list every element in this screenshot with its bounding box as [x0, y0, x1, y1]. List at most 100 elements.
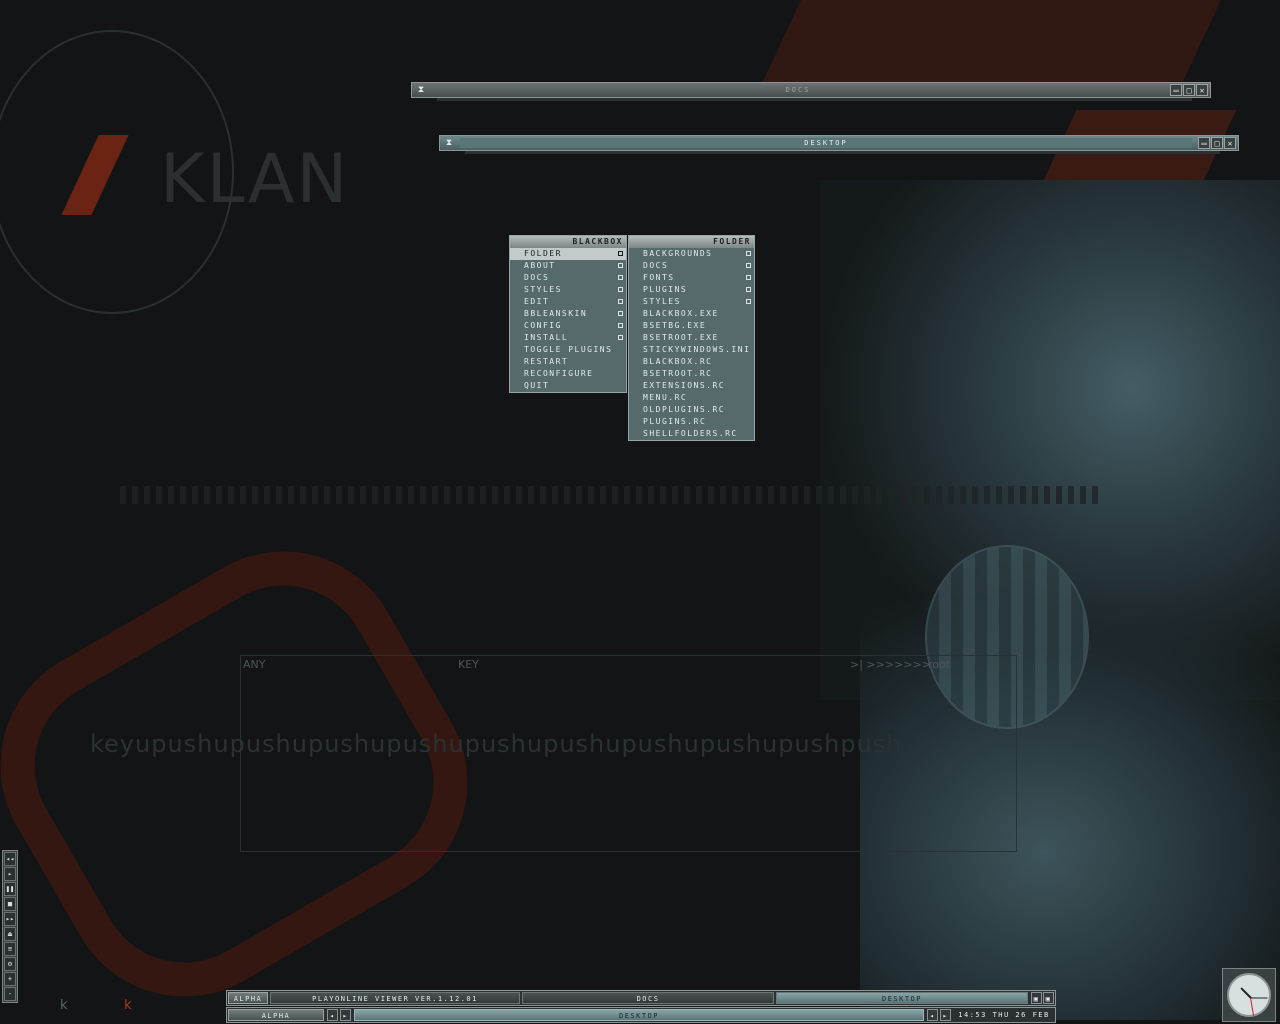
window-title: DOCS	[785, 86, 811, 94]
window-desktop-titlebar[interactable]: ⧗ DESKTOP ▭ □ ✕	[439, 135, 1239, 151]
menu-item-label: DOCS	[524, 273, 550, 282]
workspace-next-button[interactable]: ▸	[340, 1009, 351, 1021]
menu-item-label: FOLDER	[524, 249, 562, 258]
taskbar-bottom: ALPHA ◂ ▸ DESKTOP ◂ ▸ 14:53 THU 26 FEB	[226, 1007, 1056, 1023]
tray-icon[interactable]: ▣	[1043, 992, 1054, 1004]
hourglass-icon[interactable]: ⧗	[444, 138, 454, 148]
taskbar-clock: 14:53 THU 26 FEB	[955, 1009, 1053, 1021]
menu-title: FOLDER	[629, 236, 754, 248]
menu-item[interactable]: SHELLFOLDERS.RC	[629, 428, 754, 440]
menu-item[interactable]: BSETROOT.RC	[629, 368, 754, 380]
hourglass-icon[interactable]: ⧗	[416, 85, 426, 95]
submenu-arrow-icon	[618, 263, 623, 268]
window-desktop-shade	[465, 151, 1220, 154]
menu-item-label: QUIT	[524, 381, 550, 390]
taskbar-top: ALPHA PLAYONLINE VIEWER VER.1.12.01 DOCS…	[226, 990, 1056, 1006]
corner-mark-left: k	[60, 998, 68, 1013]
menu-item-label: STICKYWINDOWS.INI	[643, 345, 751, 354]
folder-menu: FOLDER BACKGROUNDS DOCS FONTS PLUGINS STYLES…	[628, 235, 755, 441]
fast-forward-icon[interactable]: ▸▸	[4, 912, 16, 926]
wallpaper-grid-label: KEY	[458, 658, 479, 671]
menu-item-label: BBLEANSKIN	[524, 309, 588, 318]
submenu-arrow-icon	[746, 287, 751, 292]
pause-icon[interactable]: ❚❚	[4, 882, 16, 896]
submenu-arrow-icon	[618, 251, 623, 256]
menu-item[interactable]: DOCS	[629, 260, 754, 272]
analog-clock	[1222, 968, 1276, 1022]
menu-item[interactable]: QUIT	[510, 380, 626, 392]
menu-item[interactable]: EXTENSIONS.RC	[629, 380, 754, 392]
menu-item[interactable]: BACKGROUNDS	[629, 248, 754, 260]
menu-item-label: FONTS	[643, 273, 675, 282]
menu-item[interactable]: RESTART	[510, 356, 626, 368]
menu-item[interactable]: MENU.RC	[629, 392, 754, 404]
wallpaper-dash-pattern	[120, 486, 1100, 504]
menu-item-label: BLACKBOX.RC	[643, 357, 713, 366]
tray-icon[interactable]: ▣	[1031, 992, 1042, 1004]
menu-item[interactable]: RECONFIGURE	[510, 368, 626, 380]
menu-item[interactable]: DOCS	[510, 272, 626, 284]
menu-item-label: OLDPLUGINS.RC	[643, 405, 726, 414]
menu-item[interactable]: STICKYWINDOWS.INI	[629, 344, 754, 356]
minimize-button[interactable]: ▭	[1198, 137, 1210, 149]
volume-down-icon[interactable]: -	[4, 987, 16, 1001]
menu-item[interactable]: OLDPLUGINS.RC	[629, 404, 754, 416]
menu-item[interactable]: EDIT	[510, 296, 626, 308]
menu-item[interactable]: PLUGINS.RC	[629, 416, 754, 428]
taskbar-task[interactable]: PLAYONLINE VIEWER VER.1.12.01	[270, 992, 520, 1004]
workspace-prev-button[interactable]: ◂	[327, 1009, 338, 1021]
menu-item[interactable]: INSTALL	[510, 332, 626, 344]
menu-item[interactable]: BSETROOT.EXE	[629, 332, 754, 344]
submenu-arrow-icon	[746, 299, 751, 304]
workspace-name[interactable]: DESKTOP	[354, 1009, 924, 1021]
menu-item-label: BLACKBOX.EXE	[643, 309, 719, 318]
menu-item[interactable]: PLUGINS	[629, 284, 754, 296]
maximize-button[interactable]: □	[1211, 137, 1223, 149]
menu-item-label: RECONFIGURE	[524, 369, 594, 378]
menu-item[interactable]: BLACKBOX.EXE	[629, 308, 754, 320]
wallpaper-logo: KLAN	[160, 140, 350, 219]
settings-icon[interactable]: ⚙	[4, 957, 16, 971]
menu-item[interactable]: FONTS	[629, 272, 754, 284]
submenu-arrow-icon	[618, 323, 623, 328]
menu-item[interactable]: BSETBG.EXE	[629, 320, 754, 332]
maximize-button[interactable]: □	[1183, 84, 1195, 96]
menu-item-label: DOCS	[643, 261, 669, 270]
window-prev-button[interactable]: ◂	[927, 1009, 938, 1021]
menu-item-label: RESTART	[524, 357, 569, 366]
close-button[interactable]: ✕	[1224, 137, 1236, 149]
submenu-arrow-icon	[618, 287, 623, 292]
menu-item[interactable]: CONFIG	[510, 320, 626, 332]
menu-item[interactable]: BLACKBOX.RC	[629, 356, 754, 368]
close-button[interactable]: ✕	[1196, 84, 1208, 96]
play-icon[interactable]: ▸	[4, 867, 16, 881]
rewind-icon[interactable]: ◂◂	[4, 852, 16, 866]
menu-item[interactable]: STYLES	[629, 296, 754, 308]
window-title: DESKTOP	[460, 138, 1192, 148]
taskbar-task-active[interactable]: DESKTOP	[776, 992, 1028, 1004]
wallpaper-grid-label: >| >>>>>>>	[850, 658, 931, 671]
volume-up-icon[interactable]: +	[4, 972, 16, 986]
submenu-arrow-icon	[618, 311, 623, 316]
stop-icon[interactable]: ■	[4, 897, 16, 911]
window-docs-titlebar[interactable]: ⧗ DOCS ▭ □ ✕	[411, 82, 1211, 98]
menu-item[interactable]: TOGGLE PLUGINS	[510, 344, 626, 356]
menu-item-label: INSTALL	[524, 333, 569, 342]
menu-item-label: MENU.RC	[643, 393, 688, 402]
menu-item[interactable]: FOLDER	[510, 248, 626, 260]
menu-item-label: TOGGLE PLUGINS	[524, 345, 613, 354]
corner-mark-right: k	[124, 998, 132, 1013]
taskbar-task[interactable]: DOCS	[522, 992, 774, 1004]
menu-item[interactable]: BBLEANSKIN	[510, 308, 626, 320]
menu-item-label: STYLES	[643, 297, 681, 306]
window-next-button[interactable]: ▸	[940, 1009, 951, 1021]
eject-icon[interactable]: ⏏	[4, 927, 16, 941]
submenu-arrow-icon	[618, 335, 623, 340]
menu-title: BLACKBOX	[510, 236, 626, 248]
menu-item[interactable]: STYLES	[510, 284, 626, 296]
playlist-icon[interactable]: ≡	[4, 942, 16, 956]
menu-item[interactable]: ABOUT	[510, 260, 626, 272]
minimize-button[interactable]: ▭	[1170, 84, 1182, 96]
menu-item-label: PLUGINS.RC	[643, 417, 707, 426]
submenu-arrow-icon	[746, 275, 751, 280]
